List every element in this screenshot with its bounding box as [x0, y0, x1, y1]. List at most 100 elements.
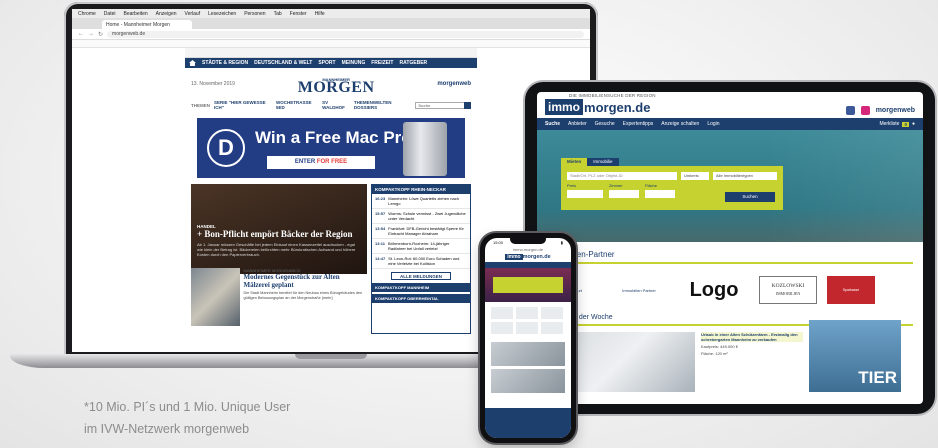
themes-label: THEMEN	[191, 102, 210, 108]
footnote-line: *10 Mio. PI´s und 1 Mio. Unique User	[84, 400, 291, 414]
search-tab-immobilie[interactable]: Immobilie	[587, 158, 619, 166]
site-nav-item[interactable]: SPORT	[318, 60, 335, 66]
facebook-icon[interactable]	[845, 106, 855, 115]
partner-logo-kozlowski[interactable]: KOZLOWSKI IMMOBILIEN	[759, 276, 817, 304]
all-news-button[interactable]: ALLE MELDUNGEN	[391, 272, 451, 280]
ad-cta-button[interactable]: ENTER FOR FREE	[267, 156, 375, 169]
reload-icon[interactable]: ↻	[98, 31, 103, 38]
immo-logo[interactable]: immo morgen.de	[545, 99, 650, 115]
phone-search-box[interactable]	[493, 277, 563, 293]
site-nav-item[interactable]: DEUTSCHLAND & WELT	[254, 60, 312, 66]
site-search-input[interactable]: Suche	[415, 101, 471, 109]
partner-logo[interactable]: Logo	[679, 276, 749, 304]
tablet-nav-item[interactable]: Suche	[545, 121, 560, 127]
ticker-subsection[interactable]: KOMPAKTKOPF MANNHEIM	[372, 283, 470, 292]
ticker-time: 14:47	[375, 256, 386, 261]
type-select[interactable]: Alle Immobilientypen	[713, 172, 777, 180]
search-button[interactable]: Suchen	[725, 192, 775, 202]
ticker-item[interactable]: 15:57 Worms: Schule vermisst - Zwei Jugen…	[372, 209, 470, 224]
menu-item[interactable]: Fenster	[290, 11, 307, 17]
ticker-text: Worms: Schule vermisst - Zwei Jugendlich…	[388, 211, 466, 221]
tablet-nav-item[interactable]: Anbieter	[568, 121, 587, 127]
phone-listing-card[interactable]	[491, 369, 565, 393]
site-nav-item[interactable]: STÄDTE & REGION	[202, 60, 248, 66]
filter-label: Fläche	[645, 183, 658, 188]
address-bar[interactable]: morgenweb.de	[107, 30, 584, 38]
tablet-nav-item[interactable]: Login	[707, 121, 719, 127]
ad-banner[interactable]: D Win a Free Mac Pro ENTER FOR FREE	[197, 118, 465, 178]
ticker-item[interactable]: 13:54 Frankfurt: DFB-Gericht bestätigt Sp…	[372, 224, 470, 239]
ad-logo: D	[207, 129, 245, 167]
theme-link[interactable]: SERIE "HIER GEWESSE ICH"	[214, 100, 272, 110]
site-nav-item[interactable]: RATGEBER	[399, 60, 427, 66]
phone-partner-tile[interactable]	[541, 307, 563, 319]
menu-item[interactable]: Hilfe	[315, 11, 325, 17]
partner-logo[interactable]: Sparkasse	[827, 276, 875, 304]
ticker-item[interactable]: 16:23 Mannheim: Löwe Quartetts ziehen nac…	[372, 194, 470, 209]
ticker-time: 13:54	[375, 226, 386, 231]
ticker-text: Frankfurt: DFB-Gericht bestätigt Sperre …	[388, 226, 464, 236]
menu-item[interactable]: Lesezeichen	[208, 11, 236, 17]
network-logo[interactable]: morgenweb	[876, 107, 915, 114]
phone-notch	[510, 238, 546, 244]
theme-link[interactable]: THEMENWELTEN DOSSIERS	[354, 100, 411, 110]
search-tab-mieten[interactable]: Mieten	[561, 158, 588, 166]
menu-item[interactable]: Chrome	[78, 11, 96, 17]
mac-menubar: Chrome Datei Bearbeiten Anzeigen Verlauf…	[72, 9, 590, 18]
menu-item[interactable]: Bearbeiten	[123, 11, 147, 17]
ticker-item[interactable]: 14:47 St. Leon-Rot: 60.000 Euro Schaden u…	[372, 254, 470, 269]
partner-logo[interactable]: Immobilien Partner	[609, 276, 669, 304]
instagram-icon[interactable]	[860, 106, 870, 115]
home-icon[interactable]	[189, 60, 196, 66]
forward-icon[interactable]: →	[88, 31, 94, 37]
menu-item[interactable]: Personen	[244, 11, 265, 17]
radius-select[interactable]: Umkreis	[681, 172, 709, 180]
phone-footer	[485, 408, 571, 438]
merkliste-link[interactable]: Merkliste 0 ●	[879, 121, 915, 127]
site-logo[interactable]: MANNHEIMER MORGEN	[298, 76, 375, 96]
search-tabs: Mieten Immobilie	[561, 158, 619, 166]
phone-partner-tile[interactable]	[516, 307, 538, 319]
theme-link[interactable]: SV WALDHOF	[322, 100, 350, 110]
second-title[interactable]: Modernes Gegenstück zur Alten Mälzerei g…	[244, 273, 368, 289]
location-search-input[interactable]: Stadt/Ort, PLZ oder Objekt-ID	[567, 172, 677, 180]
menu-item[interactable]: Tab	[274, 11, 282, 17]
network-logo[interactable]: morgenweb	[437, 81, 471, 87]
dog-ad[interactable]: TIER	[809, 320, 901, 392]
partner-logos: Frankfurt Immobilien Partner Logo KOZLOW…	[537, 264, 923, 304]
lead-story[interactable]: HANDEL + Bon-Pflicht empört Bäcker der R…	[191, 184, 367, 274]
site-masthead: 13. November 2019 MANNHEIMER MORGEN morg…	[185, 68, 477, 100]
site-nav-item[interactable]: FREIZEIT	[371, 60, 393, 66]
phone-partner-tile[interactable]	[491, 307, 513, 319]
phone-partner-tile[interactable]	[491, 322, 513, 334]
menu-item[interactable]: Datei	[104, 11, 116, 17]
area-select[interactable]	[645, 190, 675, 198]
second-story[interactable]: MANNHEIMER MORGENBECK Modernes Gegenstüc…	[191, 268, 367, 326]
tablet-nav-item[interactable]: Anzeige schalten	[661, 121, 699, 127]
ticker-item[interactable]: 13:11 Böhmenborn-Roxheim: 14-jähriger Rad…	[372, 239, 470, 254]
price-select[interactable]	[567, 190, 603, 198]
search-icon[interactable]	[464, 101, 471, 109]
dog-ad-label: TIER	[858, 368, 897, 387]
lead-title[interactable]: + Bon-Pflicht empört Bäcker der Region	[197, 229, 361, 239]
phone-logo[interactable]: immo morgen.de	[485, 252, 571, 262]
ticker-subsection[interactable]: KOMPAKTKOPF OBERRHEINTAL	[372, 294, 470, 303]
tablet-nav-item[interactable]: Gesuche	[595, 121, 615, 127]
menu-item[interactable]: Verlauf	[185, 11, 201, 17]
phone-partner-tile[interactable]	[541, 322, 563, 334]
tablet-nav-item[interactable]: Expertentipps	[623, 121, 654, 127]
week-property[interactable]: Urlaub in einer Alten Schützenfarm - Ers…	[701, 332, 803, 392]
week-property-title[interactable]: Urlaub in einer Alten Schützenfarm - Ers…	[701, 332, 803, 342]
footnote: *10 Mio. PI´s und 1 Mio. Unique User im …	[84, 396, 290, 440]
rooms-select[interactable]	[609, 190, 639, 198]
menu-item[interactable]: Anzeigen	[156, 11, 177, 17]
user-icon[interactable]: ●	[912, 121, 915, 127]
phone-listing-card[interactable]	[491, 342, 565, 366]
partner-logo-kozlowski-name: KOZLOWSKI	[771, 283, 805, 289]
site-nav: STÄDTE & REGION DEUTSCHLAND & WELT SPORT…	[185, 58, 477, 68]
browser-tab[interactable]: Home - Mannheimer Morgen	[102, 20, 192, 29]
site-nav-item[interactable]: MEINUNG	[342, 60, 366, 66]
phone-partner-tile[interactable]	[516, 322, 538, 334]
back-icon[interactable]: ←	[78, 31, 84, 37]
theme-link[interactable]: WOCHETRASSE 5ED	[276, 100, 318, 110]
